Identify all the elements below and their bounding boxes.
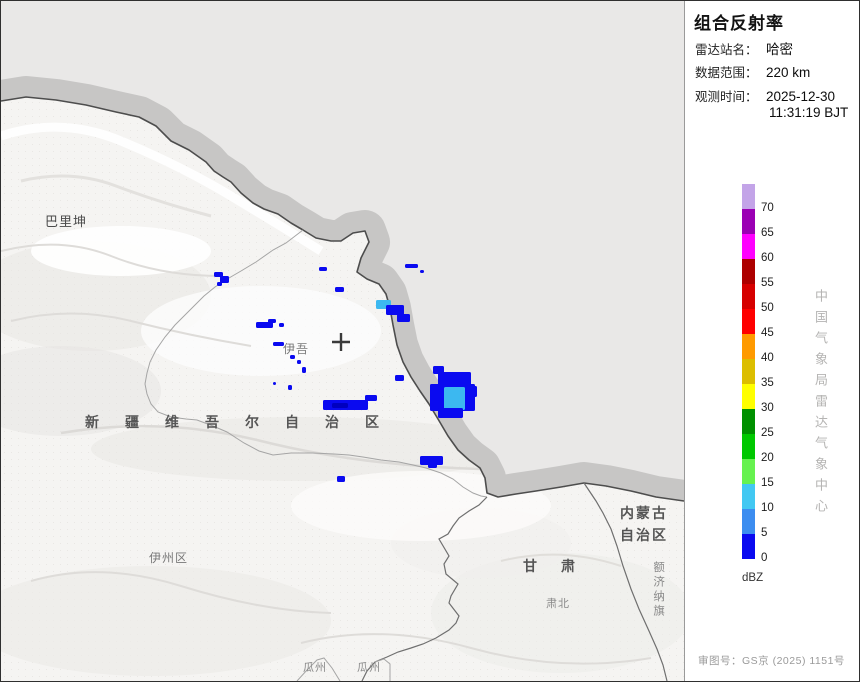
map-area: 巴里坤伊吾新疆维吾尔自治区伊州区甘肃肃北 内蒙古自治区额济纳旗瓜州 瓜州 (1, 1, 684, 681)
legend-unit: dBZ (742, 572, 764, 584)
echo-blob (395, 375, 404, 381)
legend-block (742, 309, 755, 334)
echo-blob (428, 463, 437, 468)
map-label: 自治区 (620, 527, 668, 543)
echo-blob (319, 267, 327, 271)
echo-blob (337, 476, 345, 482)
legend-tick: 20 (761, 452, 774, 464)
legend-block (742, 284, 755, 309)
echo-blob (444, 387, 465, 410)
legend-tick: 25 (761, 427, 774, 439)
legend-tick: 65 (761, 227, 774, 239)
legend-tick: 70 (761, 202, 774, 214)
map-label: 额济纳旗 (652, 561, 665, 619)
legend-tick: 40 (761, 352, 774, 364)
echo-blob (279, 323, 284, 327)
map-label: 伊吾 (283, 342, 310, 356)
echo-blob (397, 314, 410, 322)
legend-tick: 45 (761, 327, 774, 339)
legend-block (742, 334, 755, 359)
legend-tick: 35 (761, 377, 774, 389)
legend-block (742, 209, 755, 234)
echo-blob (297, 360, 301, 364)
legend: 70 65 60 55 50 45 40 35 30 25 20 15 10 5 0 dBZ (685, 1, 859, 681)
map-label: 肃北 (546, 598, 570, 610)
info-panel: 组合反射率 雷达站名： 哈密 数据范围： 220 km 观测时间： 2025-12-3… (684, 1, 859, 681)
legend-tick: 10 (761, 502, 774, 514)
legend-tick: 50 (761, 302, 774, 314)
legend-tick: 0 (761, 552, 768, 564)
echo-blob (302, 367, 306, 373)
legend-tick: 60 (761, 252, 774, 264)
legend-block (742, 184, 755, 209)
legend-tick: 5 (761, 527, 768, 539)
watermark: 中国气象局雷达气象中心 (813, 289, 828, 520)
legend-block (742, 534, 755, 559)
legend-block (742, 259, 755, 284)
legend-block (742, 384, 755, 409)
legend-tick: 55 (761, 277, 774, 289)
legend-block (742, 359, 755, 384)
echo-blob (268, 319, 276, 323)
legend-block (742, 234, 755, 259)
echo-blob (217, 282, 222, 286)
map-label: 瓜州 (303, 662, 327, 674)
map-label: 甘肃 (523, 558, 599, 574)
echo-blob (332, 403, 348, 408)
legend-block (742, 409, 755, 434)
map-label: 伊州区 (149, 551, 189, 565)
map-label: 内蒙古 (620, 505, 668, 521)
legend-block (742, 509, 755, 534)
echo-blob (420, 270, 424, 273)
radar-display-window: 巴里坤 伊吾 新疆维吾尔自治区 伊州区 甘肃 肃北 内蒙古 自治区 额济纳旗 瓜州 瓜州 组合反射率… (0, 0, 860, 682)
echo-blob (438, 408, 463, 418)
echo-blob (273, 382, 276, 385)
basemap (1, 1, 684, 681)
echo-blob (335, 287, 344, 292)
map-label: 新疆维吾尔自治区 (85, 414, 405, 430)
echo-blob (365, 395, 377, 401)
legend-tick: 30 (761, 402, 774, 414)
map-label: 瓜州 (357, 662, 381, 674)
echo-blob (405, 264, 418, 268)
map-label: 巴里坤 (45, 214, 88, 229)
legend-tick: 15 (761, 477, 774, 489)
legend-block (742, 459, 755, 484)
approval-number: 审图号：GS京 (2025) 1151号 (698, 655, 845, 667)
legend-block (742, 484, 755, 509)
legend-block (742, 434, 755, 459)
echo-blob (288, 385, 292, 390)
